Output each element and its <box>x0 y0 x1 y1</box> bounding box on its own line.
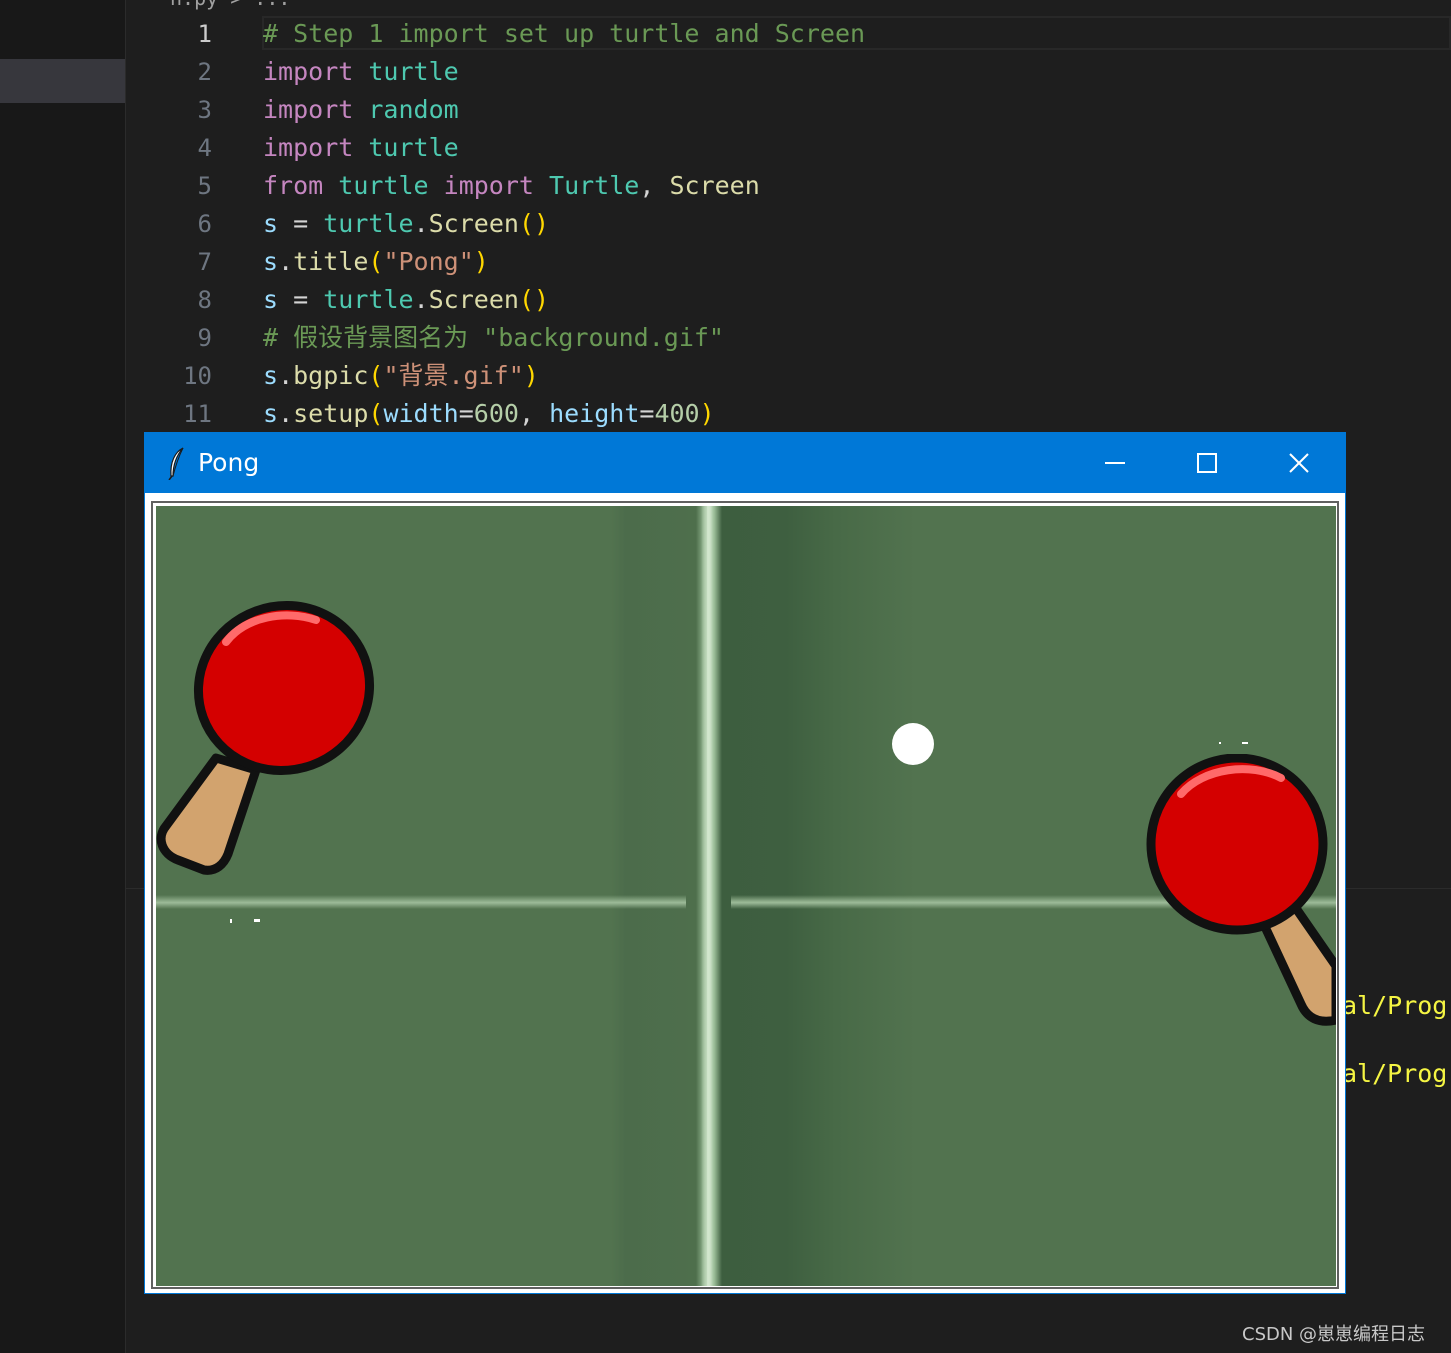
code-line[interactable]: 11 s.setup(width=600, height=400) <box>126 395 1451 433</box>
close-button[interactable] <box>1253 433 1345 493</box>
window-titlebar[interactable]: Pong <box>145 433 1345 493</box>
window-title: Pong <box>198 448 260 477</box>
line-number: 9 <box>197 324 212 352</box>
line-number: 11 <box>183 400 212 428</box>
line-code: s = turtle.Screen() <box>263 209 550 238</box>
line-code: # 假设背景图名为 "background.gif" <box>263 323 724 352</box>
pong-window[interactable]: Pong <box>144 432 1346 1294</box>
line-code: s.title("Pong") <box>263 247 489 276</box>
line-code: s.bgpic("背景.gif") <box>263 361 539 390</box>
feather-icon <box>168 447 184 480</box>
maximize-icon <box>1197 453 1217 473</box>
explorer-sidebar <box>0 0 126 1353</box>
line-number: 7 <box>197 248 212 276</box>
table-net <box>701 506 713 1286</box>
line-code: s = turtle.Screen() <box>263 285 550 314</box>
breadcrumb[interactable]: n.py > ... <box>170 0 290 10</box>
score-marker <box>230 919 232 923</box>
line-number: 6 <box>197 210 212 238</box>
turtle-canvas[interactable] <box>156 506 1336 1286</box>
code-line[interactable]: 3 import random <box>126 91 1451 129</box>
line-number: 10 <box>183 362 212 390</box>
watermark: CSDN @崽崽编程日志 <box>1242 1324 1426 1345</box>
code-line[interactable]: 6 s = turtle.Screen() <box>126 205 1451 243</box>
left-paddle <box>156 601 375 875</box>
code-line[interactable]: 10 s.bgpic("背景.gif") <box>126 357 1451 395</box>
pong-ball <box>892 723 934 765</box>
code-line[interactable]: 9 # 假设背景图名为 "background.gif" <box>126 319 1451 357</box>
code-editor[interactable]: 1 # Step 1 import set up turtle and Scre… <box>126 15 1451 433</box>
code-line[interactable]: 1 # Step 1 import set up turtle and Scre… <box>126 15 1451 53</box>
terminal-output-line: al/Progr <box>1342 1059 1451 1088</box>
score-marker <box>1242 742 1248 744</box>
line-number: 5 <box>197 172 212 200</box>
minimize-icon <box>1105 462 1125 464</box>
minimize-button[interactable] <box>1069 433 1161 493</box>
code-line[interactable]: 2 import turtle <box>126 53 1451 91</box>
line-number: 2 <box>197 58 212 86</box>
code-line[interactable]: 7 s.title("Pong") <box>126 243 1451 281</box>
line-number: 4 <box>197 134 212 162</box>
line-number: 3 <box>197 96 212 124</box>
line-code: s.setup(width=600, height=400) <box>263 399 715 428</box>
turtle-canvas-frame <box>151 501 1339 1289</box>
score-marker <box>1219 742 1221 744</box>
line-number: 1 <box>197 20 212 48</box>
line-number: 8 <box>197 286 212 314</box>
code-line[interactable]: 8 s = turtle.Screen() <box>126 281 1451 319</box>
right-paddle <box>1146 754 1336 1026</box>
maximize-button[interactable] <box>1161 433 1253 493</box>
line-code: # Step 1 import set up turtle and Screen <box>263 19 866 48</box>
code-line[interactable]: 4 import turtle <box>126 129 1451 167</box>
terminal-output-line: al/Progr <box>1342 991 1451 1020</box>
line-code: import turtle <box>263 133 459 162</box>
score-marker <box>254 919 260 922</box>
line-code: import random <box>263 95 459 124</box>
code-line[interactable]: 5 from turtle import Turtle, Screen <box>126 167 1451 205</box>
sidebar-selected-item[interactable] <box>0 59 125 103</box>
line-code: from turtle import Turtle, Screen <box>263 171 760 200</box>
table-line-left <box>156 895 686 909</box>
desktop: n.py > ... 1 # Step 1 import set up turt… <box>0 0 1451 1353</box>
close-icon <box>1289 453 1309 473</box>
line-code: import turtle <box>263 57 459 86</box>
